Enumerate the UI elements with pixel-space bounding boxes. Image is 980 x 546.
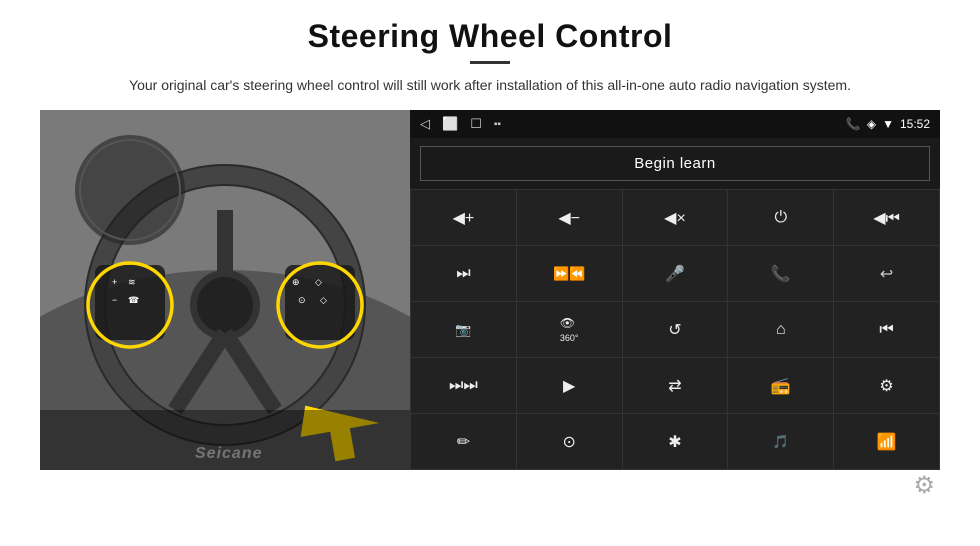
vol-up-icon: ◀+ xyxy=(453,208,475,228)
svg-text:+: + xyxy=(112,277,117,287)
radio-icon: 📻 xyxy=(771,376,791,396)
mic-icon: 🎤 xyxy=(665,264,685,284)
title-section: Steering Wheel Control Your original car… xyxy=(40,18,940,96)
music-button[interactable]: 🎵 xyxy=(728,414,833,469)
fast-fwd-button[interactable]: ⏭⏭ xyxy=(411,358,516,413)
next-button[interactable]: ⏭ xyxy=(411,246,516,301)
signal-icon: ▪▪ xyxy=(494,119,501,130)
eq-settings-button[interactable]: ⚙ xyxy=(834,358,939,413)
nav-button[interactable]: ▶ xyxy=(517,358,622,413)
page-subtitle: Your original car's steering wheel contr… xyxy=(100,74,880,96)
status-bar: ◁ ⬜ ☐ ▪▪ 📞 ◈ ▼ 15:52 xyxy=(410,110,940,138)
status-right: 📞 ◈ ▼ 15:52 xyxy=(846,117,930,131)
music-icon: 🎵 xyxy=(773,434,789,450)
hang-up-icon: ↩ xyxy=(880,264,893,284)
prev-icon: ⏮ xyxy=(879,321,893,339)
vol-up-button[interactable]: ◀+ xyxy=(411,190,516,245)
svg-text:⊕: ⊕ xyxy=(292,277,300,287)
mute-button[interactable]: ◀× xyxy=(623,190,728,245)
back-button[interactable]: ↺ xyxy=(623,302,728,357)
back-nav-icon[interactable]: ◁ xyxy=(420,116,430,132)
title-divider xyxy=(470,61,510,64)
mute-icon: ◀× xyxy=(664,208,686,228)
view360-button[interactable]: 👁360° xyxy=(517,302,622,357)
back-icon: ↺ xyxy=(668,320,681,340)
home-button[interactable]: ⌂ xyxy=(728,302,833,357)
equalizer-icon: 📶 xyxy=(877,432,897,452)
status-left: ◁ ⬜ ☐ ▪▪ xyxy=(420,116,501,132)
wifi-icon: ◈ xyxy=(867,117,876,131)
phone-status-icon: 📞 xyxy=(846,117,861,131)
begin-learn-button[interactable]: Begin learn xyxy=(420,146,930,181)
prev-track-button[interactable]: ◀⏮ xyxy=(834,190,939,245)
svg-text:⊙: ⊙ xyxy=(298,295,306,305)
camera-button[interactable]: 📷 xyxy=(411,302,516,357)
bluetooth-icon: ✱ xyxy=(668,432,681,452)
svg-text:−: − xyxy=(112,295,117,305)
prev-button[interactable]: ⏮ xyxy=(834,302,939,357)
switch-icon: ⇄ xyxy=(668,376,681,396)
signal-strength-icon: ▼ xyxy=(882,117,894,131)
nav-icon-ctrl: ▶ xyxy=(563,376,575,396)
power-icon: ⏻ xyxy=(774,209,787,227)
vol-down-button[interactable]: ◀− xyxy=(517,190,622,245)
svg-text:◇: ◇ xyxy=(320,295,327,305)
svg-text:☎: ☎ xyxy=(128,295,139,305)
home-nav-icon[interactable]: ⬜ xyxy=(442,116,458,132)
fast-fwd-icon: ⏭⏭ xyxy=(449,377,478,395)
prev-track-icon: ◀⏮ xyxy=(873,208,900,228)
mic-button[interactable]: 🎤 xyxy=(623,246,728,301)
android-panel: ◁ ⬜ ☐ ▪▪ 📞 ◈ ▼ 15:52 Begin learn xyxy=(410,110,940,470)
recents-nav-icon[interactable]: ☐ xyxy=(470,116,482,132)
edit-button[interactable]: ✏ xyxy=(411,414,516,469)
call-icon: 📞 xyxy=(771,264,791,284)
radio-button[interactable]: 📻 xyxy=(728,358,833,413)
circle-button[interactable]: ⊙ xyxy=(517,414,622,469)
camera-icon: 📷 xyxy=(455,322,471,338)
page-title: Steering Wheel Control xyxy=(40,18,940,55)
power-button[interactable]: ⏻ xyxy=(728,190,833,245)
circle-icon: ⊙ xyxy=(562,432,575,452)
settings-gear-icon[interactable]: ⚙ xyxy=(913,471,935,500)
content-area: + ≋ − ☎ ⊕ ◇ ⊙ ◇ Seicane xyxy=(40,110,940,470)
call-button[interactable]: 📞 xyxy=(728,246,833,301)
svg-text:≋: ≋ xyxy=(128,277,136,287)
hang-up-button[interactable]: ↩ xyxy=(834,246,939,301)
svg-text:◇: ◇ xyxy=(315,277,322,287)
edit-icon: ✏ xyxy=(457,432,470,452)
controls-grid: ◀+ ◀− ◀× ⏻ ◀⏮ ⏭ ⏩⏪ xyxy=(410,189,940,470)
steering-wheel-image: + ≋ − ☎ ⊕ ◇ ⊙ ◇ Seicane xyxy=(40,110,410,470)
next-icon: ⏭ xyxy=(456,265,470,283)
bluetooth-button[interactable]: ✱ xyxy=(623,414,728,469)
switch-button[interactable]: ⇄ xyxy=(623,358,728,413)
vol-down-icon: ◀− xyxy=(558,208,580,228)
clock-display: 15:52 xyxy=(900,117,930,131)
home-icon: ⌂ xyxy=(776,321,786,339)
eq-settings-icon: ⚙ xyxy=(879,376,893,396)
begin-learn-row: Begin learn xyxy=(410,138,940,189)
equalizer-button[interactable]: 📶 xyxy=(834,414,939,469)
ff-rw-button[interactable]: ⏩⏪ xyxy=(517,246,622,301)
view360-icon: 👁360° xyxy=(560,316,579,344)
ff-rw-icon: ⏩⏪ xyxy=(553,266,585,282)
